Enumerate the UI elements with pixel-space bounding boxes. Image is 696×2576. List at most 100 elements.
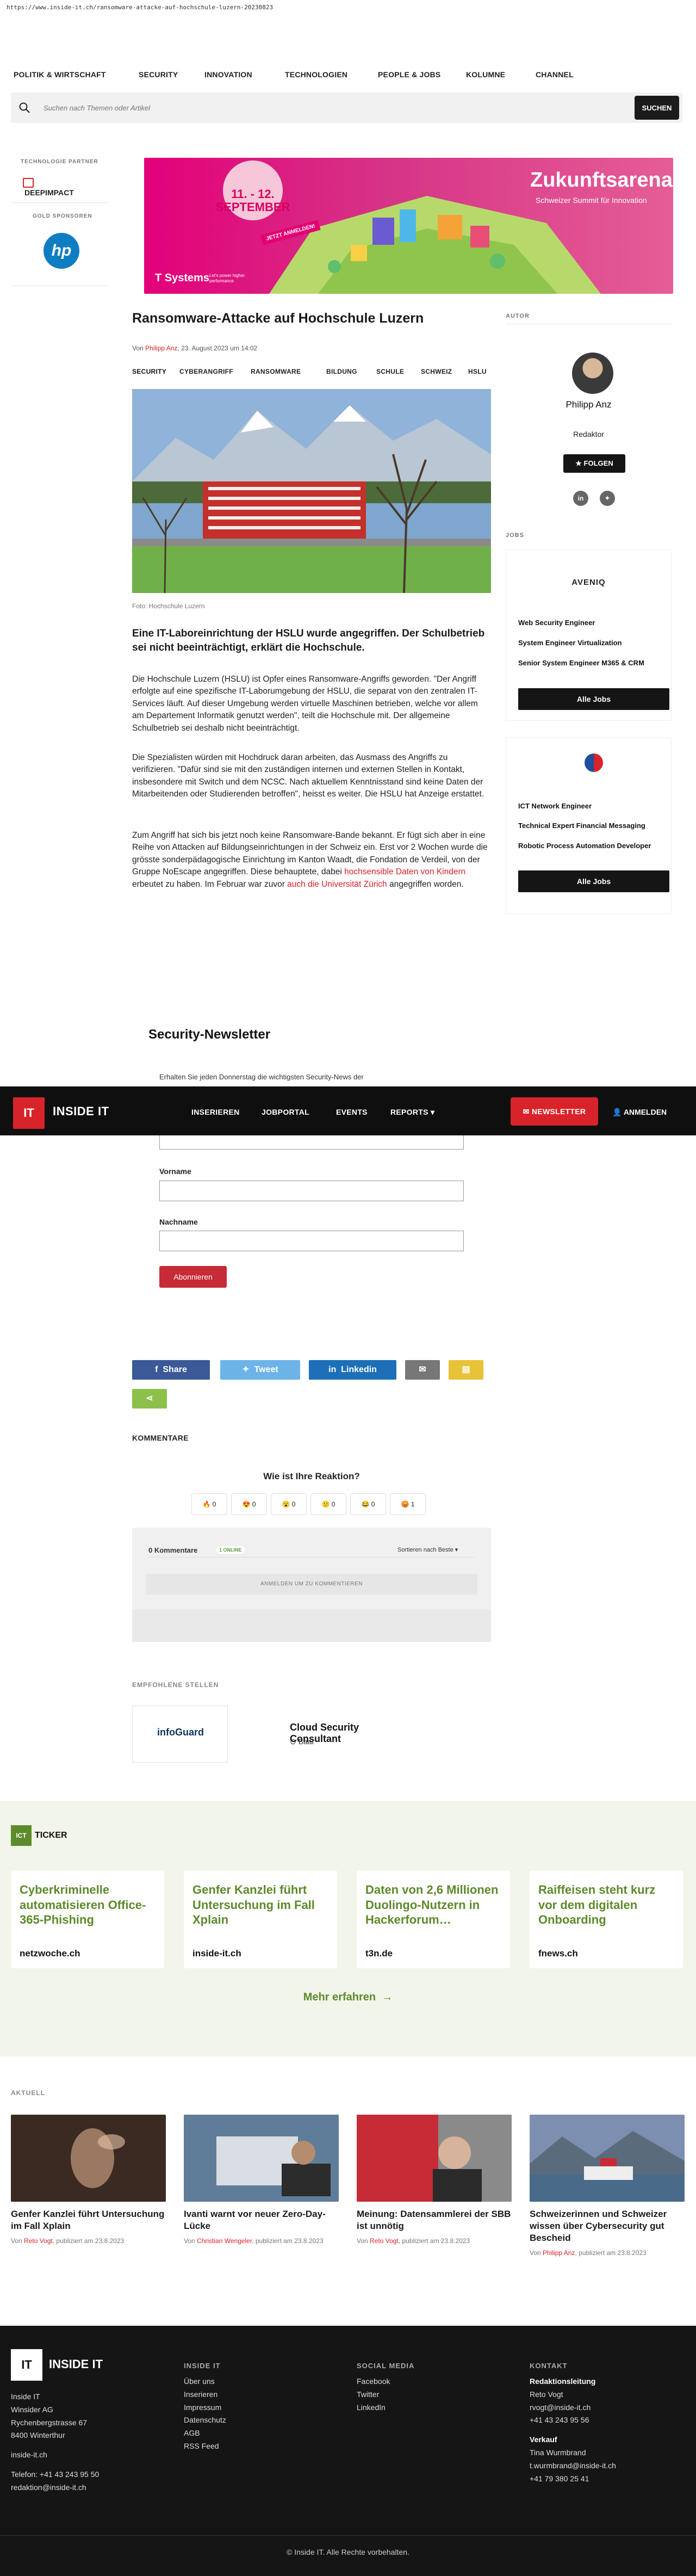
reaction-angry[interactable]: 😡 1 — [390, 1493, 426, 1515]
deepimpact-logo[interactable]: DEEPIMPACT — [23, 178, 83, 197]
nav-events[interactable]: EVENTS — [336, 1108, 368, 1116]
all-jobs-button[interactable]: Alle Jobs — [518, 688, 669, 710]
aveniq-logo[interactable]: AVENIQ — [506, 578, 672, 587]
online-badge: 1 ONLINE — [216, 1546, 245, 1554]
tag-row: CYBERANGRIFF RANSOMWARE BILDUNG SCHULE S… — [132, 368, 491, 379]
comments-widget: 0 Kommentare 1 ONLINE Sortieren nach Bes… — [132, 1528, 491, 1642]
tag-cyberangriff[interactable]: CYBERANGRIFF — [179, 368, 233, 375]
sms-share-button[interactable]: ▤ — [449, 1360, 483, 1380]
twitter-icon[interactable]: ✦ — [600, 491, 615, 506]
byline: Von Philipp Anz, 23. August 2023 um 14:0… — [132, 344, 258, 352]
recommended-job-card[interactable]: infoGuard Cloud Security Consultant ⊙ Ba… — [132, 1706, 409, 1763]
ticker-card[interactable]: Raiffeisen steht kurz vor dem digitalen … — [530, 1870, 683, 1968]
tag-hslu[interactable]: HSLU — [468, 368, 487, 375]
footer-link[interactable]: Datenschutz — [184, 2414, 226, 2427]
search-button[interactable]: SUCHEN — [635, 96, 679, 120]
linkedin-share-button[interactable]: in Linkedin — [309, 1360, 396, 1380]
follow-button[interactable]: ★ FOLGEN — [563, 454, 625, 473]
link-uni-zuerich[interactable]: auch die Universität Zürich — [287, 880, 387, 889]
article-card-image — [11, 2115, 166, 2202]
footer-link[interactable]: RSS Feed — [184, 2440, 226, 2453]
nav-politik[interactable]: POLITIK & WIRTSCHAFT — [14, 70, 106, 79]
footer-link[interactable]: Twitter — [357, 2388, 414, 2401]
banner-date: 11. - 12. SEPTEMBER — [215, 187, 290, 214]
ticker-card[interactable]: Genfer Kanzlei führt Untersuchung im Fal… — [184, 1870, 337, 1968]
sort-dropdown[interactable]: Sortieren nach Beste ▾ — [397, 1546, 458, 1553]
twitter-share-button[interactable]: ✦ Tweet — [220, 1360, 300, 1380]
nav-technologien[interactable]: TECHNOLOGIEN — [285, 70, 347, 79]
brand-name[interactable]: INSIDE IT — [53, 1104, 109, 1119]
reaction-wow[interactable]: 😮 0 — [271, 1493, 307, 1515]
subscribe-button[interactable]: Abonnieren — [159, 1266, 227, 1288]
nav-inserieren[interactable]: INSERIEREN — [191, 1108, 240, 1116]
email-share-button[interactable]: ✉ — [405, 1360, 440, 1380]
nav-reports[interactable]: REPORTS ▾ — [390, 1108, 434, 1117]
footer-link[interactable]: AGB — [184, 2427, 226, 2440]
footer-email-link[interactable]: t.wurmbrand@inside-it.ch — [530, 2460, 616, 2473]
nav-people-jobs[interactable]: PEOPLE & JOBS — [378, 70, 440, 79]
author-avatar[interactable] — [572, 353, 613, 394]
email-field[interactable] — [159, 1135, 464, 1150]
user-icon: 👤 — [612, 1108, 622, 1116]
nav-kolumne[interactable]: KOLUMNE — [466, 70, 505, 79]
article-card[interactable]: Schweizerinnen und Schweizer wissen über… — [530, 2115, 685, 2258]
hp-logo[interactable]: hp — [44, 233, 79, 269]
inside-it-logo[interactable]: IT — [13, 1097, 45, 1129]
reaction-laugh[interactable]: 😂 0 — [350, 1493, 386, 1515]
twitter-icon: ✦ — [242, 1365, 250, 1374]
link-kinderdaten[interactable]: hochsensible Daten von Kindern — [344, 867, 465, 876]
more-link[interactable]: Mehr erfahren → — [0, 1991, 696, 2004]
mail-icon: ✉ — [419, 1365, 426, 1374]
ticker-card[interactable]: Daten von 2,6 Millionen Duolingo-Nutzern… — [357, 1870, 510, 1968]
first-name-field[interactable] — [159, 1181, 464, 1201]
nav-channel[interactable]: CHANNEL — [536, 70, 574, 79]
linkedin-icon[interactable]: in — [573, 491, 588, 506]
all-jobs-button[interactable]: Alle Jobs — [518, 870, 669, 892]
login-to-comment-button[interactable]: ANMELDEN UM ZU KOMMENTIEREN — [146, 1574, 477, 1595]
login-button[interactable]: 👤 ANMELDEN — [612, 1108, 667, 1117]
nav-innovation[interactable]: INNOVATION — [204, 70, 252, 79]
article-card[interactable]: Genfer Kanzlei führt Untersuchung im Fal… — [11, 2115, 166, 2246]
footer-email-link[interactable]: rvogt@inside-it.ch — [530, 2401, 616, 2414]
job-link[interactable]: Senior System Engineer M365 & CRM — [518, 659, 644, 667]
article-card[interactable]: Ivanti warnt vor neuer Zero-Day-Lücke Vo… — [184, 2115, 339, 2246]
url-bar[interactable]: https://www.inside-it.ch/ransomware-atta… — [0, 0, 696, 16]
comments-heading: KOMMENTARE — [132, 1434, 189, 1442]
author-name[interactable]: Philipp Anz — [506, 399, 672, 410]
tag-bildung[interactable]: BILDUNG — [326, 368, 357, 375]
footer-logo[interactable]: IT — [11, 2349, 42, 2381]
footer-link[interactable]: LinkedIn — [357, 2401, 414, 2414]
tag-ransomware[interactable]: RANSOMWARE — [251, 368, 301, 375]
job-link[interactable]: Technical Expert Financial Messaging — [518, 821, 645, 830]
footer-site-link[interactable]: inside-it.ch — [11, 2449, 99, 2462]
nav-security[interactable]: SECURITY — [139, 70, 178, 79]
location-icon: ⊙ — [290, 1737, 296, 1746]
zukunftsarena-banner[interactable]: 11. - 12. SEPTEMBER JETZT ANMELDEN! Zuku… — [144, 158, 673, 294]
footer-link[interactable]: Inserieren — [184, 2388, 226, 2401]
tag-schule[interactable]: SCHULE — [376, 368, 404, 375]
nav-jobportal[interactable]: JOBPORTAL — [262, 1108, 309, 1116]
job-link[interactable]: Web Security Engineer — [518, 619, 595, 627]
search-input[interactable] — [44, 100, 636, 115]
footer-link[interactable]: Über uns — [184, 2375, 226, 2388]
footer-link[interactable]: Impressum — [184, 2401, 226, 2414]
reaction-fire[interactable]: 🔥 0 — [191, 1493, 227, 1515]
footer-brand: INSIDE IT — [49, 2357, 103, 2371]
reaction-confused[interactable]: 😕 0 — [310, 1493, 346, 1515]
ticker-card[interactable]: Cyberkriminelle automatisieren Office-36… — [11, 1870, 164, 1968]
comment-count: 0 Kommentare — [148, 1546, 198, 1554]
footer-email-link[interactable]: redaktion@inside-it.ch — [11, 2481, 99, 2494]
reaction-love[interactable]: 😍 0 — [231, 1493, 267, 1515]
footer-link[interactable]: Facebook — [357, 2375, 414, 2388]
company-logo-icon[interactable] — [585, 753, 603, 772]
tag-schweiz[interactable]: SCHWEIZ — [421, 368, 452, 375]
newsletter-button[interactable]: ✉ NEWSLETTER — [511, 1097, 598, 1126]
facebook-share-button[interactable]: f Share — [132, 1360, 210, 1380]
more-share-button[interactable]: ⋖ — [132, 1389, 167, 1409]
author-link[interactable]: Philipp Anz — [145, 344, 177, 352]
job-link[interactable]: Robotic Process Automation Developer — [518, 842, 651, 850]
job-link[interactable]: System Engineer Virtualization — [518, 639, 622, 647]
job-link[interactable]: ICT Network Engineer — [518, 802, 592, 810]
last-name-field[interactable] — [159, 1231, 464, 1251]
article-card[interactable]: Meinung: Datensammlerei der SBB ist unnö… — [357, 2115, 512, 2246]
